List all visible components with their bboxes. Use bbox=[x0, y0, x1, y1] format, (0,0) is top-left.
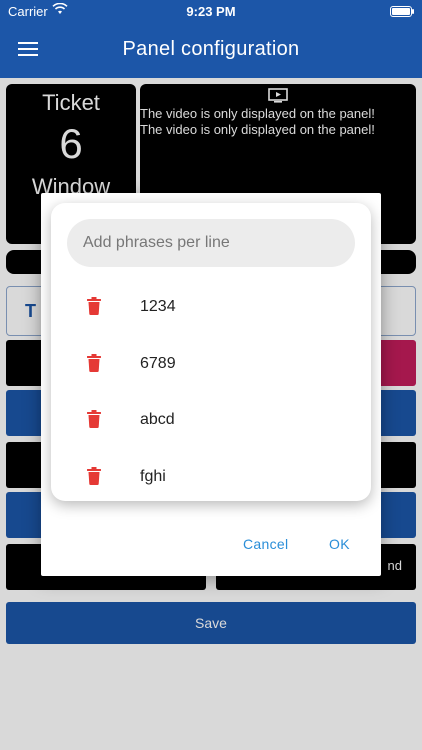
trash-icon[interactable] bbox=[86, 297, 102, 315]
phrase-item: fghi bbox=[51, 457, 371, 497]
phrase-text: abcd bbox=[140, 411, 175, 428]
phrases-dialog: 1234 6789 abcd fghi bbox=[41, 193, 381, 576]
app-bar: Panel configuration bbox=[0, 22, 422, 78]
phrase-item: 6789 bbox=[51, 344, 371, 384]
trash-icon[interactable] bbox=[86, 354, 102, 372]
dialog-actions: Cancel OK bbox=[41, 516, 381, 576]
battery-icon bbox=[390, 6, 414, 17]
phrase-text: 6789 bbox=[140, 355, 176, 372]
cancel-button[interactable]: Cancel bbox=[243, 536, 288, 552]
phrase-item: abcd bbox=[51, 400, 371, 440]
trash-icon[interactable] bbox=[86, 410, 102, 428]
phrase-item: 1234 bbox=[51, 287, 371, 327]
ok-button[interactable]: OK bbox=[329, 536, 350, 552]
phrases-card: 1234 6789 abcd fghi bbox=[51, 203, 371, 501]
trash-icon[interactable] bbox=[86, 467, 102, 485]
status-time: 9:23 PM bbox=[186, 4, 236, 19]
status-bar: Carrier 9:23 PM bbox=[0, 0, 422, 22]
phrase-text: 1234 bbox=[140, 298, 176, 315]
phrase-input[interactable] bbox=[67, 219, 355, 267]
phrase-text: fghi bbox=[140, 468, 166, 485]
page-title: Panel configuration bbox=[122, 38, 300, 60]
